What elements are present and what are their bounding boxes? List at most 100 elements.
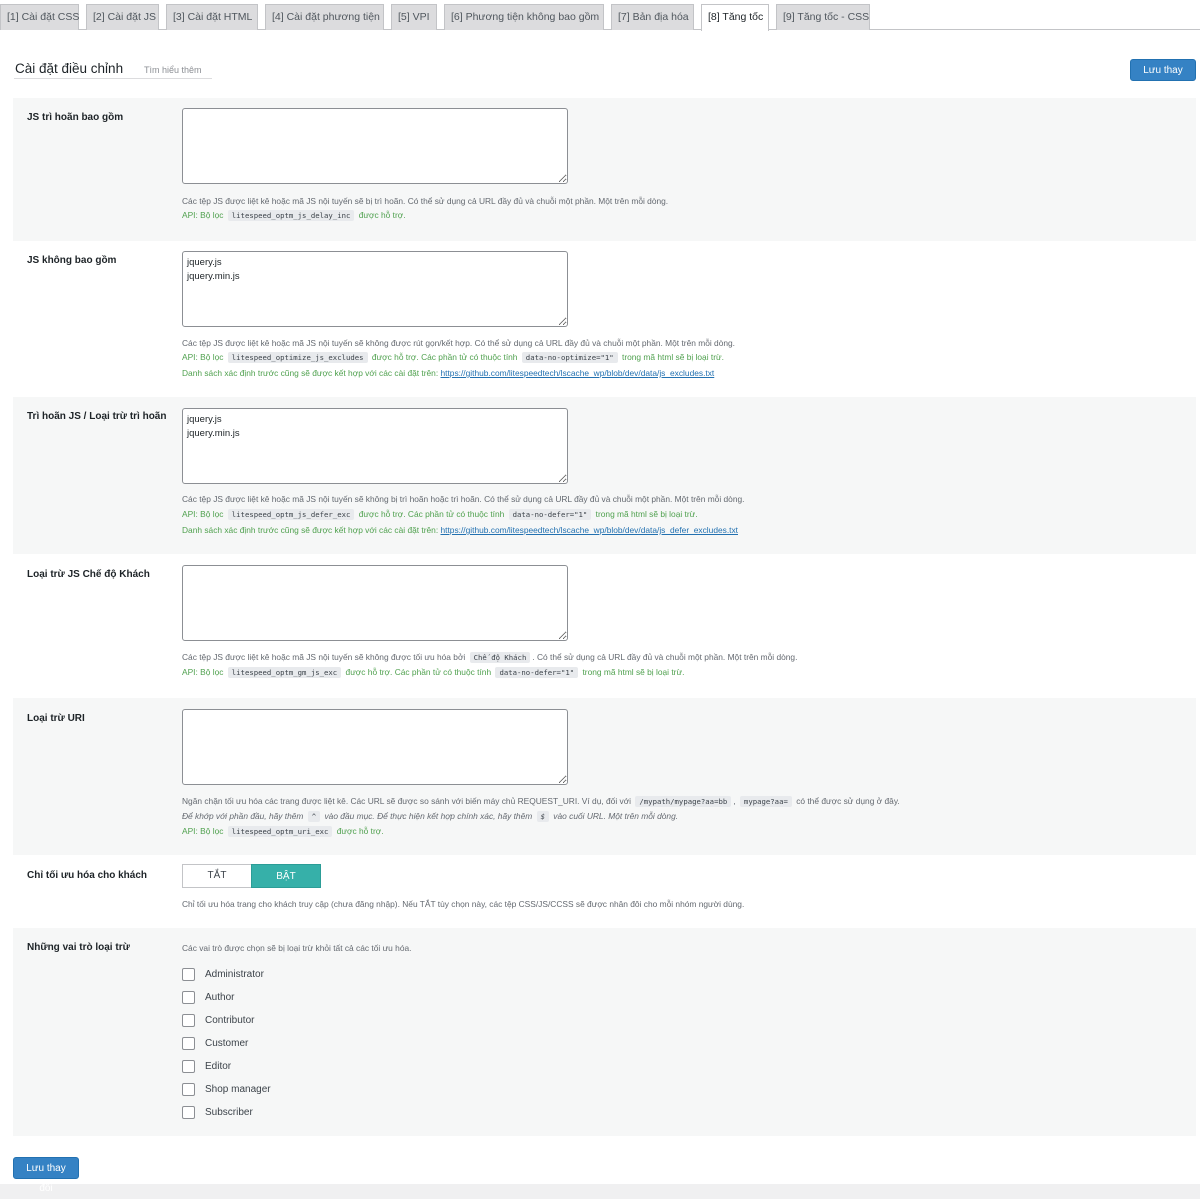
js-delay-include-label: JS trì hoãn bao gồm (27, 112, 124, 123)
predefined-text: Danh sách xác định trước cũng sẽ được kế… (182, 368, 439, 378)
api-prefix: API: Bộ lọc (182, 352, 224, 362)
hint-suffix: vào cuối URL. Một trên mỗi dòng. (553, 811, 679, 821)
hint-prefix: Để khớp với phần đầu, hãy thêm (182, 811, 304, 821)
js-delay-include-textarea[interactable] (182, 108, 568, 184)
tab-tuning[interactable]: [8] Tăng tốc (701, 4, 769, 31)
settings-page: [1] Cài đặt CSS [2] Cài đặt JS [3] Cài đ… (0, 0, 1200, 1194)
uri-partial-code: mypage?aa= (739, 796, 792, 807)
toggle-on-option[interactable]: BẬT (251, 864, 321, 888)
predefined-text: Danh sách xác định trước cũng sẽ được kế… (182, 525, 439, 535)
page-title: Cài đặt điều chỉnh (15, 61, 124, 76)
js-delay-include-description: Các tệp JS được liệt kê hoặc mã JS nội t… (182, 196, 669, 206)
api-filter-code: litespeed_optm_js_defer_exc (227, 509, 355, 520)
learn-more-link[interactable]: Tìm hiểu thêm (144, 65, 202, 75)
role-label: Administrator (205, 969, 264, 980)
role-checkbox[interactable] (182, 1060, 195, 1073)
js-guest-exclude-api: API: Bộ lọc litespeed_optm_gm_js_exc đượ… (182, 667, 684, 678)
api-suffix: trong mã html sẽ bị loại trừ. (622, 352, 724, 362)
js-exclude-textarea[interactable] (182, 251, 568, 327)
role-label: Contributor (205, 1015, 255, 1026)
row-role-exclude: Những vai trò loại trừ Các vai trò được … (13, 928, 1196, 1136)
save-button-bottom[interactable]: Lưu thay đổi (13, 1157, 79, 1194)
api-filter-code: litespeed_optimize_js_excludes (227, 352, 368, 363)
tab-localization[interactable]: [7] Bản địa hóa (611, 4, 694, 30)
save-button-top[interactable]: Lưu thay đổi (1130, 59, 1196, 96)
role-label: Shop manager (205, 1084, 271, 1095)
api-prefix: API: Bộ lọc (182, 509, 224, 519)
tab-media-settings[interactable]: [4] Cài đặt phương tiện (265, 4, 384, 30)
row-js-exclude: JS không bao gồm Các tệp JS được liệt kê… (13, 241, 1196, 397)
api-mid: được hỗ trợ. Các phần tử có thuộc tính (345, 667, 492, 677)
role-label: Author (205, 992, 235, 1003)
js-guest-exclude-description: Các tệp JS được liệt kê hoặc mã JS nội t… (182, 652, 797, 663)
tab-tuning-css[interactable]: [9] Tăng tốc - CSS (776, 4, 870, 30)
dollar-code: $ (536, 811, 549, 822)
uri-example-code: /mypath/mypage?aa=bb (635, 796, 732, 807)
role-checkbox[interactable] (182, 1083, 195, 1096)
role-checkbox[interactable] (182, 991, 195, 1004)
js-exclude-api: API: Bộ lọc litespeed_optimize_js_exclud… (182, 352, 724, 363)
guest-mode-code: Chế độ Khách (469, 652, 531, 663)
api-mid: được hỗ trợ. Các phần tử có thuộc tính (358, 509, 505, 519)
tab-vpi[interactable]: [5] VPI (391, 4, 437, 30)
js-exclude-description: Các tệp JS được liệt kê hoặc mã JS nội t… (182, 338, 735, 348)
row-guest-only: Chỉ tối ưu hóa cho khách TẮT BẬT Chỉ tối… (13, 855, 1196, 928)
header-divider (14, 78, 212, 79)
js-defer-exclude-predefined: Danh sách xác định trước cũng sẽ được kế… (182, 525, 738, 536)
predefined-list-link[interactable]: https://github.com/litespeedtech/lscache… (441, 368, 715, 378)
row-js-delay-include: JS trì hoãn bao gồm Các tệp JS được liệt… (13, 98, 1196, 241)
js-guest-exclude-textarea[interactable] (182, 565, 568, 641)
row-js-guest-exclude: Loại trừ JS Chế độ Khách Các tệp JS được… (13, 554, 1196, 698)
api-suffix: được hỗ trợ. (336, 826, 384, 836)
row-uri-exclude: Loại trừ URI Ngăn chặn tối ưu hóa các tr… (13, 698, 1196, 855)
desc-prefix: Ngăn chặn tối ưu hóa các trang được liệt… (182, 796, 632, 806)
caret-code: ^ (307, 811, 321, 822)
role-checkbox[interactable] (182, 1014, 195, 1027)
uri-exclude-description: Ngăn chặn tối ưu hóa các trang được liệt… (182, 796, 900, 807)
api-mid: được hỗ trợ. Các phần tử có thuộc tính (371, 352, 518, 362)
tab-bar: [1] Cài đặt CSS [2] Cài đặt JS [3] Cài đ… (0, 0, 1200, 31)
row-js-defer-exclude: Trì hoãn JS / Loại trừ trì hoãn Các tệp … (13, 397, 1196, 554)
role-checkbox[interactable] (182, 1037, 195, 1050)
api-prefix: API: Bộ lọc (182, 826, 224, 836)
api-filter-code: litespeed_optm_gm_js_exc (227, 667, 342, 678)
toggle-off-option[interactable]: TẮT (183, 865, 251, 887)
guest-only-toggle[interactable]: TẮT BẬT (182, 864, 321, 888)
guest-only-description: Chỉ tối ưu hóa trang cho khách truy cập … (182, 899, 745, 909)
js-delay-include-api: API: Bộ lọc litespeed_optm_js_delay_inc … (182, 210, 406, 221)
js-defer-exclude-textarea[interactable] (182, 408, 568, 484)
tab-css-settings[interactable]: [1] Cài đặt CSS (0, 4, 79, 30)
api-suffix: trong mã html sẽ bị loại trừ. (595, 509, 698, 519)
guest-only-label: Chỉ tối ưu hóa cho khách (27, 870, 148, 881)
role-label: Subscriber (205, 1107, 253, 1118)
role-label: Customer (205, 1038, 249, 1049)
desc-prefix: Các tệp JS được liệt kê hoặc mã JS nội t… (182, 652, 466, 662)
role-checkbox[interactable] (182, 1106, 195, 1119)
api-prefix: API: Bộ lọc (182, 667, 224, 677)
desc-separator: , (733, 796, 736, 806)
js-exclude-label: JS không bao gồm (27, 255, 117, 266)
predefined-list-link[interactable]: https://github.com/litespeedtech/lscache… (441, 525, 739, 535)
js-guest-exclude-label: Loại trừ JS Chế độ Khách (27, 569, 150, 580)
api-filter-code: litespeed_optm_uri_exc (227, 826, 333, 837)
api-filter-code: litespeed_optm_js_delay_inc (227, 210, 355, 221)
js-defer-exclude-api: API: Bộ lọc litespeed_optm_js_defer_exc … (182, 509, 698, 520)
tab-js-settings[interactable]: [2] Cài đặt JS (86, 4, 159, 30)
api-prefix: API: Bộ lọc (182, 210, 224, 220)
api-attribute-code: data-no-optimize="1" (521, 352, 618, 363)
tab-media-excludes[interactable]: [6] Phương tiện không bao gồm (444, 4, 604, 30)
desc-suffix: . Có thể sử dụng cả URL đầy đủ và chuỗi … (532, 652, 798, 662)
api-attribute-code: data-no-defer="1" (495, 667, 579, 678)
js-exclude-predefined: Danh sách xác định trước cũng sẽ được kế… (182, 368, 714, 379)
uri-exclude-textarea[interactable] (182, 709, 568, 785)
js-defer-exclude-label: Trì hoãn JS / Loại trừ trì hoãn (27, 411, 167, 422)
role-checkbox[interactable] (182, 968, 195, 981)
desc-suffix: có thể được sử dụng ở đây. (796, 796, 900, 806)
role-exclude-description: Các vai trò được chọn sẽ bị loại trừ khỏ… (182, 943, 412, 953)
uri-exclude-match-hint: Để khớp với phần đầu, hãy thêm ^ vào đầu… (182, 811, 678, 822)
tab-html-settings[interactable]: [3] Cài đặt HTML (166, 4, 258, 30)
hint-mid: vào đầu mục. Để thực hiện kết hợp chính … (324, 811, 533, 821)
role-label: Editor (205, 1061, 232, 1072)
api-suffix: được hỗ trợ. (358, 210, 406, 220)
api-attribute-code: data-no-defer="1" (508, 509, 592, 520)
